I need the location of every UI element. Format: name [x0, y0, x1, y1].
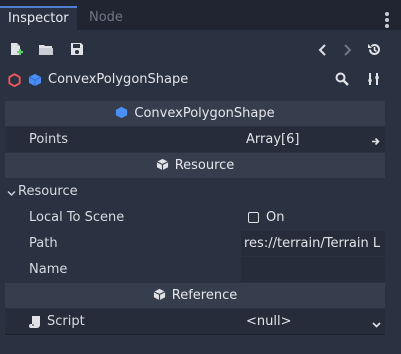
property-name: Name — [5, 257, 385, 282]
resource-group-label: Resource — [18, 184, 78, 199]
path-field[interactable]: res://terrain/Terrain L — [241, 231, 385, 256]
tab-inspector[interactable]: Inspector — [0, 6, 77, 30]
shape-cube-icon — [28, 73, 42, 91]
open-folder-icon[interactable] — [38, 43, 54, 60]
dock-tab-bar: Inspector Node — [0, 0, 401, 34]
property-local-to-scene: Local To Scene On — [5, 205, 385, 230]
property-label: Name — [29, 262, 68, 277]
history-back-icon[interactable] — [318, 43, 328, 61]
chevron-down-icon — [7, 187, 16, 202]
tab-node[interactable]: Node — [81, 6, 131, 30]
settings-tools-icon[interactable] — [367, 72, 381, 90]
resource-cube-icon — [156, 155, 169, 180]
local-to-scene-checkbox[interactable] — [248, 212, 259, 223]
property-label: Script — [47, 314, 85, 329]
property-label: Local To Scene — [29, 210, 125, 225]
reference-section-header: Reference — [5, 283, 385, 308]
property-label: Points — [29, 132, 69, 147]
save-icon[interactable] — [70, 42, 84, 60]
new-resource-icon[interactable] — [9, 42, 23, 60]
class-header-label: ConvexPolygonShape — [134, 106, 275, 121]
resource-group-toggle[interactable]: Resource — [5, 179, 385, 204]
class-header: ConvexPolygonShape — [5, 101, 385, 126]
search-icon[interactable] — [335, 72, 349, 90]
dock-menu-icon[interactable] — [385, 12, 389, 30]
inspector-panel: ConvexPolygonShape ConvexPolygonShape Po… — [0, 30, 401, 354]
name-field[interactable] — [241, 257, 385, 282]
reference-section-label: Reference — [171, 288, 238, 303]
resource-ring-icon — [8, 73, 21, 91]
object-name[interactable]: ConvexPolygonShape — [48, 71, 188, 89]
points-array-button[interactable]: Array[6] — [241, 127, 385, 152]
property-path: Path res://terrain/Terrain L — [5, 231, 385, 256]
arrow-right-icon[interactable] — [371, 135, 380, 150]
divider — [5, 334, 385, 335]
history-forward-icon[interactable] — [342, 43, 352, 61]
checkbox-label[interactable]: On — [266, 205, 284, 230]
property-points[interactable]: Points Array[6] — [5, 127, 385, 152]
shape-cube-icon — [115, 103, 128, 128]
property-script: Script <null> — [5, 309, 385, 334]
property-label: Path — [29, 236, 58, 251]
resource-section-label: Resource — [174, 158, 235, 173]
script-picker[interactable]: <null> — [241, 309, 385, 334]
object-history-icon[interactable] — [367, 42, 382, 61]
script-icon — [29, 315, 42, 333]
resource-section-header: Resource — [5, 153, 385, 178]
chevron-down-icon[interactable] — [372, 318, 381, 333]
reference-cube-icon — [153, 285, 166, 310]
